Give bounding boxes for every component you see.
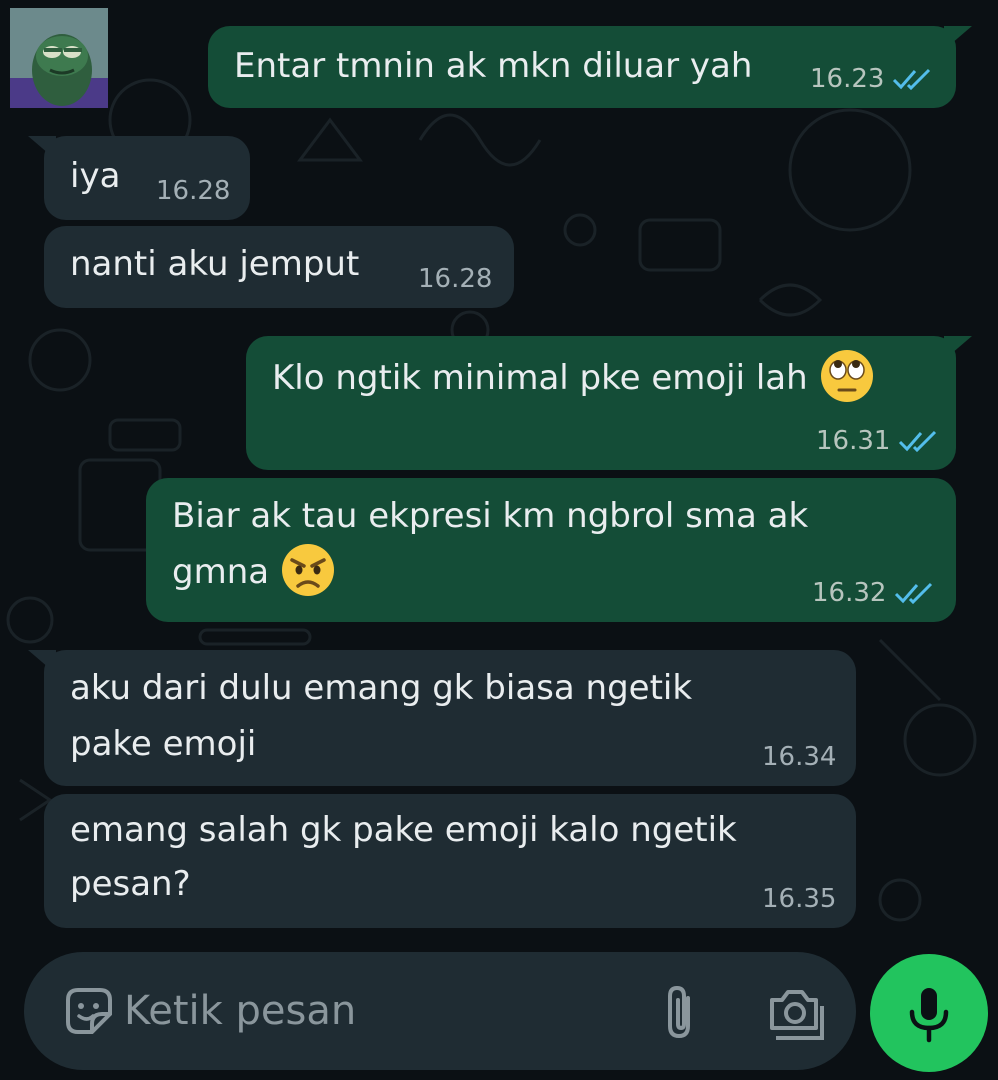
contact-avatar[interactable] [10, 8, 108, 108]
attach-icon[interactable] [654, 982, 704, 1042]
message-bubble-incoming[interactable]: nanti aku jemput 16.28 [44, 226, 514, 308]
message-meta: 16.32 [812, 578, 934, 608]
message-composer: Ketik pesan [24, 952, 856, 1070]
message-bubble-outgoing[interactable]: Entar tmnin ak mkn diluar yah 16.23 [208, 26, 972, 108]
double-check-read-icon [895, 582, 933, 604]
fish-sticker-avatar-icon [10, 8, 108, 108]
message-bubble-outgoing[interactable]: Klo ngtik minimal pke emoji lah 16.31 [246, 336, 972, 470]
message-input[interactable]: Ketik pesan [124, 986, 356, 1036]
bubble-tail [944, 336, 972, 360]
message-text-content: Klo ngtik minimal pke emoji lah [272, 358, 808, 398]
message-text: Klo ngtik minimal pke emoji lah [272, 349, 875, 408]
message-text-line1: emang salah gk pake emoji kalo ngetik [70, 810, 737, 850]
message-time: 16.28 [156, 176, 231, 206]
double-check-read-icon [893, 68, 931, 90]
message-text: iya [70, 156, 121, 196]
message-text-line1: Biar ak tau ekpresi km ngbrol sma ak [172, 496, 809, 536]
message-time: 16.28 [418, 264, 493, 294]
message-bubble-outgoing[interactable]: Biar ak tau ekpresi km ngbrol sma ak gmn… [146, 478, 956, 622]
message-time: 16.35 [762, 884, 837, 914]
message-meta: 16.23 [810, 64, 932, 94]
mic-icon [909, 988, 949, 1043]
sticker-icon[interactable] [60, 982, 118, 1040]
message-bubble-incoming[interactable]: emang salah gk pake emoji kalo ngetik pe… [44, 794, 856, 928]
message-time: 16.23 [810, 64, 885, 94]
message-text-content: gmna [172, 552, 270, 592]
message-time: 16.32 [812, 578, 887, 608]
message-text-line2: gmna [172, 543, 336, 602]
message-time: 16.31 [816, 426, 891, 456]
message-text-line2: pake emoji [70, 724, 257, 764]
message-text-line2: pesan? [70, 864, 191, 904]
message-time: 16.34 [762, 742, 837, 772]
bubble-tail [28, 136, 56, 160]
message-bubble-incoming[interactable]: iya 16.28 [28, 136, 250, 220]
message-text: Entar tmnin ak mkn diluar yah [234, 46, 753, 86]
double-check-read-icon [899, 430, 937, 452]
bubble-tail [28, 650, 56, 674]
face-with-rolling-eyes-icon [820, 349, 873, 402]
message-bubble-incoming[interactable]: aku dari dulu emang gk biasa ngetik pake… [28, 650, 856, 786]
message-meta: 16.31 [816, 426, 938, 456]
message-text: nanti aku jemput [70, 244, 360, 284]
angry-face-icon [281, 543, 334, 596]
bubble-tail [944, 26, 972, 50]
message-text-line1: aku dari dulu emang gk biasa ngetik [70, 668, 693, 708]
camera-icon[interactable] [766, 982, 828, 1044]
mic-button[interactable] [870, 954, 988, 1072]
